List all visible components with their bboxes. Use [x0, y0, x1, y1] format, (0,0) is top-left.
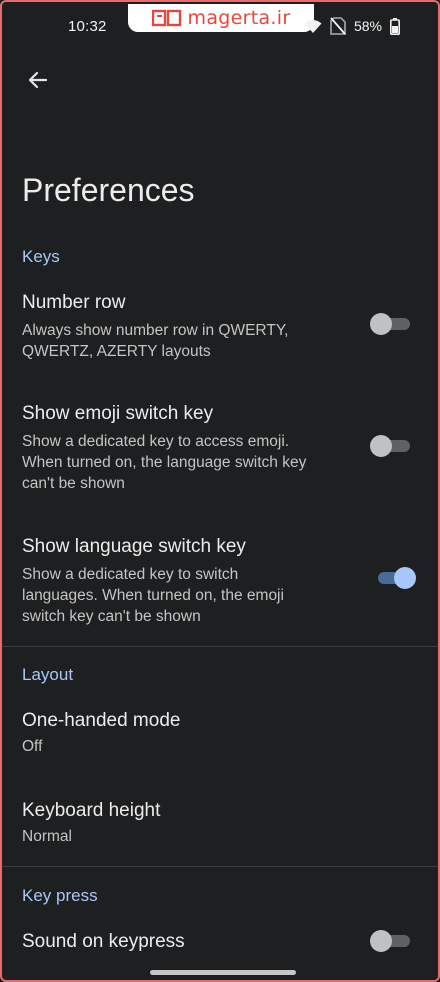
watermark-text: magerta.ir [187, 7, 291, 29]
pref-summary: Show a dedicated key to access emoji. Wh… [22, 433, 307, 492]
page-title: Preferences [22, 172, 195, 208]
screen-frame: 10:32 magerta.ir 58% Preferences Keys Nu… [0, 0, 440, 982]
battery-icon [390, 17, 400, 35]
battery-percent: 58% [353, 18, 382, 34]
pref-title: One-handed mode [22, 710, 181, 731]
section-header-key-press: Key press [22, 886, 98, 905]
section-divider [2, 646, 438, 647]
toggle-thumb [370, 930, 392, 952]
toggle-thumb [370, 435, 392, 457]
gesture-navigation-bar[interactable] [150, 970, 296, 975]
watermark-badge: magerta.ir [128, 4, 314, 32]
no-sim-icon [330, 17, 346, 35]
emoji-switch-toggle[interactable] [370, 435, 412, 457]
language-switch-toggle[interactable] [372, 567, 416, 589]
pref-number-row[interactable]: Number row Always show number row in QWE… [2, 292, 438, 382]
pref-title: Sound on keypress [22, 931, 185, 952]
pref-value: Off [22, 738, 43, 755]
pref-title: Number row [22, 292, 126, 313]
section-divider [2, 866, 438, 867]
pref-value: Normal [22, 828, 72, 845]
status-bar: 10:32 magerta.ir 58% [2, 2, 438, 54]
sound-on-keypress-toggle[interactable] [370, 930, 412, 952]
pref-title: Show emoji switch key [22, 403, 214, 424]
toggle-thumb [394, 567, 416, 589]
pref-title: Show language switch key [22, 536, 246, 557]
section-header-layout: Layout [22, 665, 74, 684]
pref-one-handed-mode[interactable]: One-handed mode Off [2, 710, 438, 770]
back-arrow-icon [28, 71, 48, 89]
status-time: 10:32 [68, 18, 107, 35]
pref-summary: Show a dedicated key to switch languages… [22, 566, 284, 625]
back-button[interactable] [22, 64, 54, 96]
pref-emoji-switch-key[interactable]: Show emoji switch key Show a dedicated k… [2, 403, 438, 503]
pref-language-switch-key[interactable]: Show language switch key Show a dedicate… [2, 536, 438, 636]
toggle-thumb [370, 313, 392, 335]
number-row-toggle[interactable] [370, 313, 412, 335]
magerta-logo-icon [151, 9, 181, 27]
pref-title: Keyboard height [22, 800, 161, 821]
pref-sound-on-keypress[interactable]: Sound on keypress [2, 930, 438, 971]
status-icons: 58% [304, 17, 400, 35]
wifi-icon [304, 20, 322, 33]
section-header-keys: Keys [22, 247, 60, 266]
pref-keyboard-height[interactable]: Keyboard height Normal [2, 800, 438, 860]
pref-summary: Always show number row in QWERTY, QWERTZ… [22, 322, 289, 360]
